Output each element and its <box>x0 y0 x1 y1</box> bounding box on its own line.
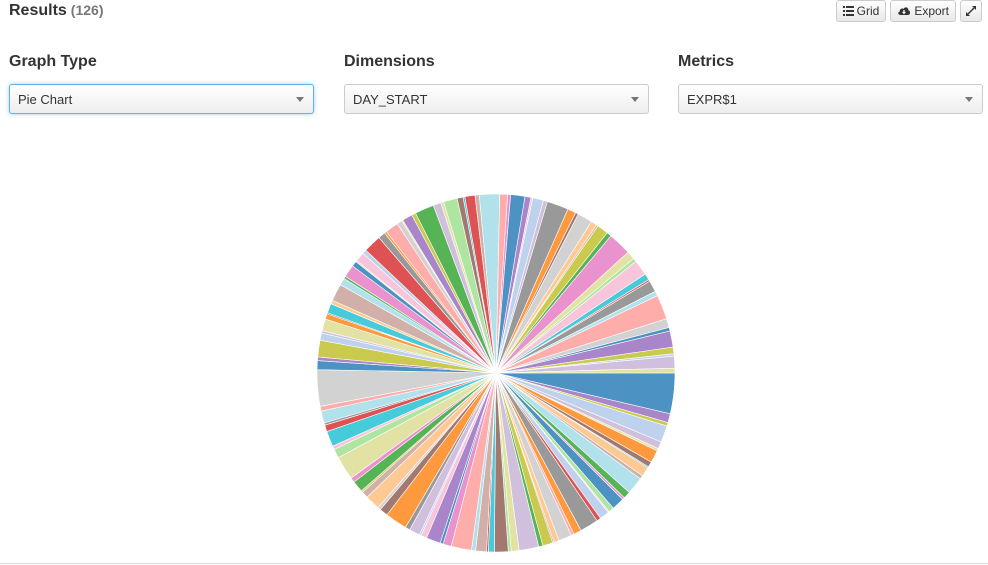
results-title-text: Results <box>9 2 67 19</box>
export-button[interactable]: Export <box>890 0 956 22</box>
dimensions-select[interactable]: DAY_START <box>344 84 649 114</box>
graph-type-label: Graph Type <box>9 53 97 70</box>
graph-type-select[interactable]: Pie Chart <box>9 84 314 114</box>
chevron-down-icon <box>965 97 973 102</box>
chevron-down-icon <box>631 97 639 102</box>
metrics-select[interactable]: EXPR$1 <box>678 84 983 114</box>
results-header: Results (126) Grid Export <box>0 0 988 24</box>
export-button-label: Export <box>914 4 949 18</box>
metrics-label: Metrics <box>678 53 735 70</box>
chevron-down-icon <box>296 97 304 102</box>
cloud-download-icon <box>898 7 911 15</box>
results-toolbar: Grid Export <box>835 0 982 22</box>
dimensions-value: DAY_START <box>353 91 428 107</box>
grid-button[interactable]: Grid <box>835 0 887 22</box>
list-icon <box>842 6 854 16</box>
results-count: (126) <box>70 2 104 18</box>
metrics-value: EXPR$1 <box>687 91 737 107</box>
results-title: Results (126) <box>9 2 103 20</box>
bottom-divider <box>0 563 988 564</box>
expand-button[interactable] <box>960 0 982 22</box>
pie-chart <box>316 193 676 553</box>
grid-button-label: Grid <box>856 4 880 18</box>
graph-type-value: Pie Chart <box>18 91 73 107</box>
expand-icon <box>966 6 976 16</box>
dimensions-label: Dimensions <box>344 53 435 70</box>
